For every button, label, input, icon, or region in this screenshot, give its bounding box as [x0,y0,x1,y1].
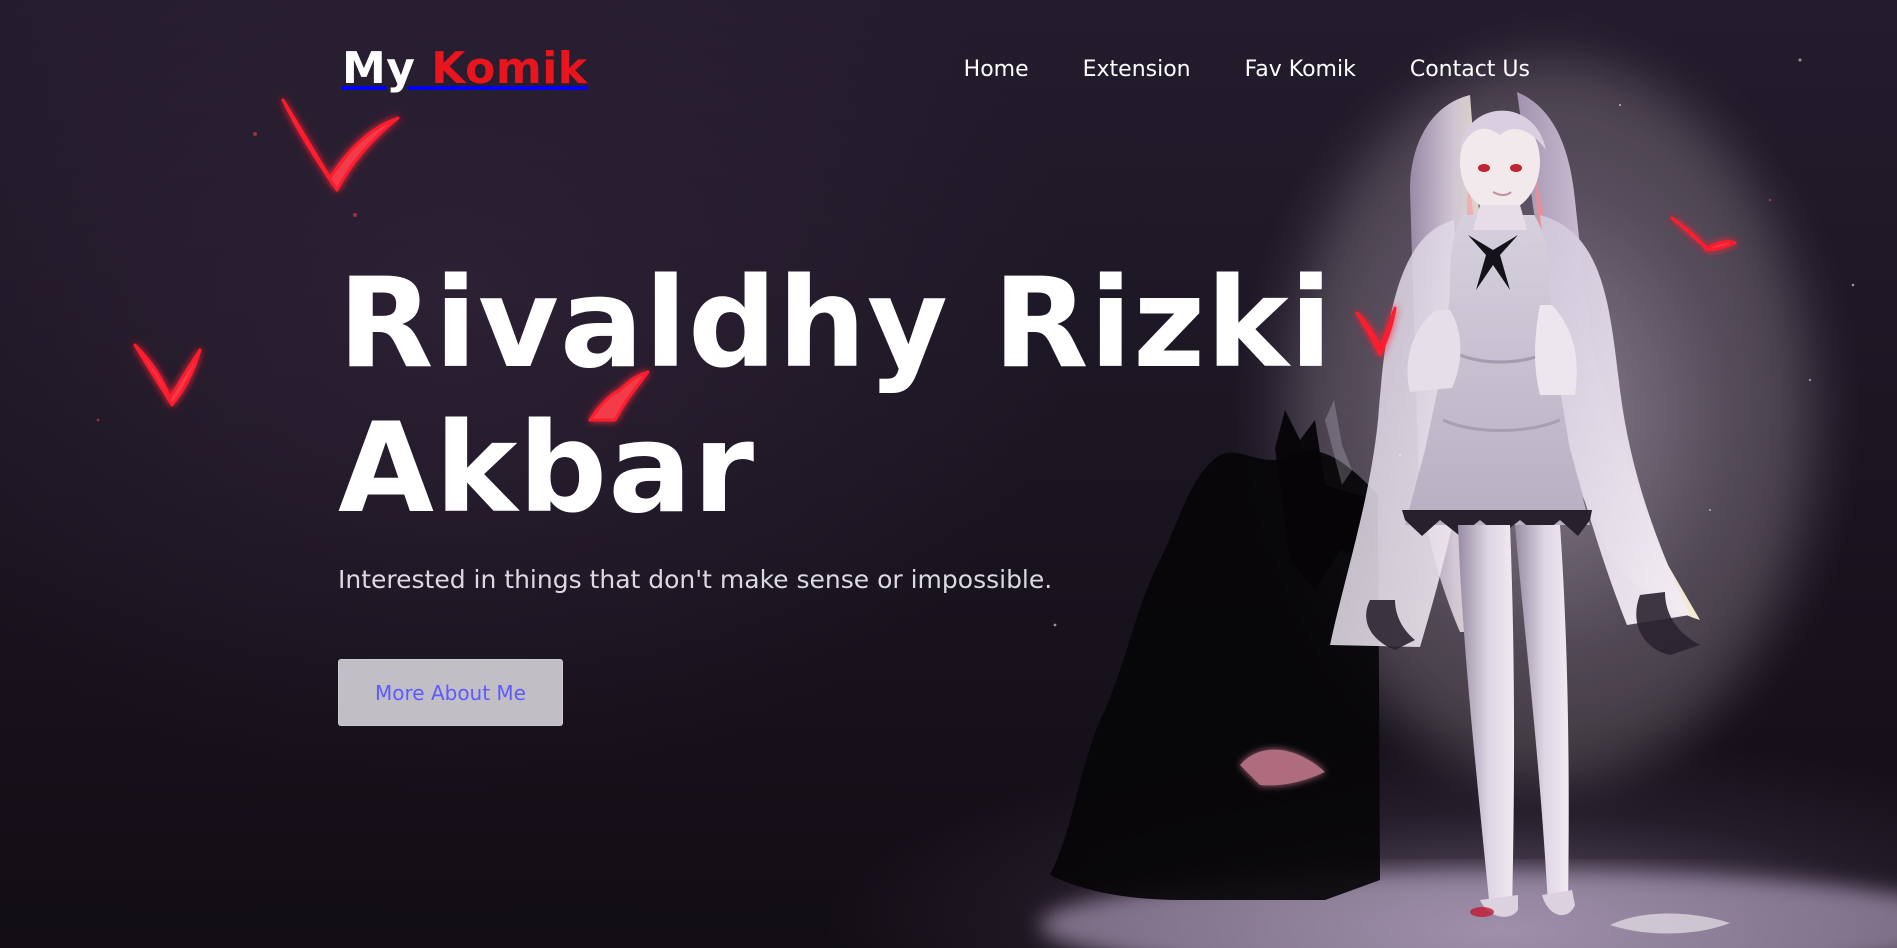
main-navigation: Home Extension Fav Komik Contact Us [964,57,1530,82]
nav-item-home: Home [964,57,1029,82]
nav-item-contact-us: Contact Us [1410,57,1530,82]
hero-content: Rivaldhy Rizki Akbar Interested in thing… [338,252,1338,726]
more-about-me-button[interactable]: More About Me [338,659,563,726]
nav-link-home[interactable]: Home [964,57,1029,82]
brand-my: My [342,43,416,94]
hero-subtitle: Interested in things that don't make sen… [338,565,1053,594]
nav-item-fav-komik: Fav Komik [1245,57,1356,82]
hero-title-line-2: Akbar [338,397,756,541]
nav-item-extension: Extension [1083,57,1191,82]
nav-link-contact-us[interactable]: Contact Us [1410,57,1530,82]
navbar: My Komik Home Extension Fav Komik Contac… [342,38,1530,100]
nav-links: Home Extension Fav Komik Contact Us [964,57,1530,82]
hero-title: Rivaldhy Rizki Akbar [338,252,1338,542]
nav-link-extension[interactable]: Extension [1083,57,1191,82]
hero-section: My Komik Home Extension Fav Komik Contac… [0,0,1897,948]
nav-link-fav-komik[interactable]: Fav Komik [1245,57,1356,82]
brand-komik: Komik [431,43,588,94]
hero-title-line-1: Rivaldhy Rizki [338,252,1334,396]
brand-logo[interactable]: My Komik [342,47,588,91]
